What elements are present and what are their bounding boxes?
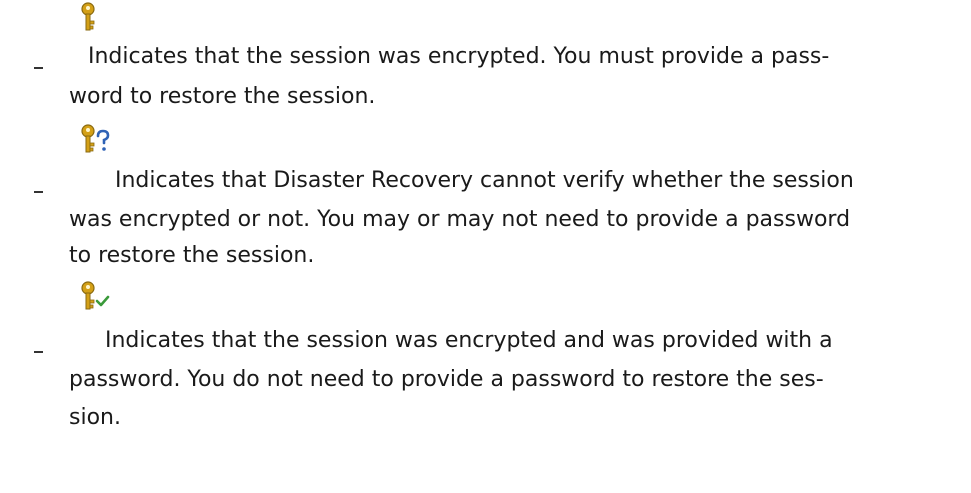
- paragraph: Indicates that the session was encrypted…: [105, 324, 971, 357]
- text-line: was encrypted or not. You may or may not…: [69, 207, 851, 232]
- paragraph: Indicates that the session was encrypted…: [88, 40, 971, 73]
- paragraph: was encrypted or not. You may or may not…: [69, 203, 969, 236]
- text-line: password. You do not need to provide a p…: [69, 367, 824, 392]
- paragraph: sion.: [69, 401, 969, 434]
- bullet-marker: [34, 67, 43, 69]
- text-line: to restore the session.: [69, 243, 315, 268]
- text-line: Indicates that the session was encrypted…: [88, 44, 830, 69]
- text-line: word to restore the session.: [69, 84, 376, 109]
- bullet-marker: [34, 191, 43, 193]
- paragraph: Indicates that Disaster Recovery cannot …: [115, 164, 971, 197]
- key-icon: [79, 2, 127, 36]
- text-line: sion.: [69, 405, 121, 430]
- paragraph: to restore the session.: [69, 239, 969, 272]
- paragraph: word to restore the session.: [69, 80, 969, 113]
- key-question-icon: [79, 124, 127, 158]
- paragraph: password. You do not need to provide a p…: [69, 363, 969, 396]
- bullet-marker: [34, 351, 43, 353]
- text-line: Indicates that Disaster Recovery cannot …: [115, 168, 854, 193]
- key-check-icon: [79, 281, 127, 315]
- text-line: Indicates that the session was encrypted…: [105, 328, 833, 353]
